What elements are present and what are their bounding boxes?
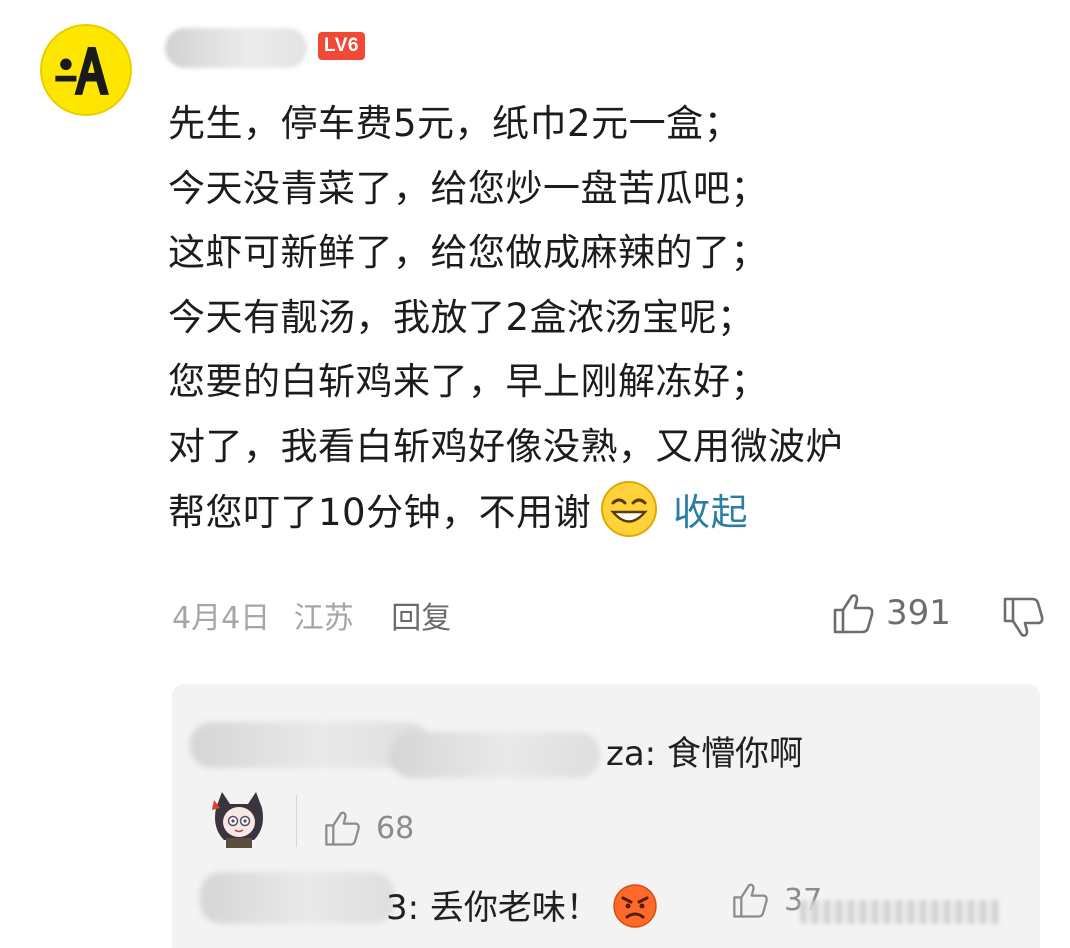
angry-face-icon xyxy=(612,883,658,929)
reply-username-blurred[interactable] xyxy=(200,872,395,924)
thumbs-up-icon xyxy=(833,594,874,634)
username-blurred[interactable] xyxy=(165,28,307,68)
comment-line: 您要的白斩鸡来了，早上刚解冻好； xyxy=(168,360,768,403)
reply-like-button[interactable]: 68 xyxy=(322,808,414,848)
divider xyxy=(296,795,297,847)
reply-username-blurred[interactable] xyxy=(390,732,600,778)
level-badge: LV6 xyxy=(318,32,365,60)
grinning-face-icon xyxy=(599,479,659,539)
comment-date: 4月4日 xyxy=(172,601,271,636)
comment-line: 今天没青菜了，给您炒一盘苦瓜吧； xyxy=(168,166,768,210)
comment-line: 对了，我看白斩鸡好像没熟，又用微波炉 xyxy=(168,424,843,468)
comment-text: 先生，停车费5元，纸巾2元一盒； 今天没青菜了，给您炒一盘苦瓜吧； 这虾可新鲜了… xyxy=(168,92,1028,546)
comment-meta: 4月4日 江苏 回复 xyxy=(172,593,465,637)
comment-last-line: 帮您叮了10分钟，不用谢 收起 xyxy=(168,479,1028,546)
thumbs-down-icon xyxy=(1003,597,1044,637)
thumbs-up-icon xyxy=(733,883,768,918)
reply-text-content: 3: 丢你老味！ xyxy=(386,888,600,928)
collapse-link[interactable]: 收起 xyxy=(673,491,748,534)
comment-line: 帮您叮了10分钟，不用谢 xyxy=(168,491,592,534)
like-button[interactable]: 391 xyxy=(830,590,951,636)
reply-text: za: 食懵你啊 xyxy=(606,734,803,774)
reply-button[interactable]: 回复 xyxy=(391,601,451,636)
comment-location: 江苏 xyxy=(293,601,354,636)
comment-line: 今天有靓汤，我放了2盒浓汤宝呢； xyxy=(168,295,755,339)
dislike-button[interactable] xyxy=(1000,595,1046,641)
user-avatar[interactable] xyxy=(40,24,132,116)
thumbs-up-icon xyxy=(325,811,360,846)
comment-line: 这虾可新鲜了，给您做成麻辣的了； xyxy=(168,231,768,274)
watermark xyxy=(800,900,1000,924)
reply-avatar[interactable] xyxy=(208,788,270,850)
comment-line: 先生，停车费5元，纸巾2元一盒； xyxy=(168,102,742,145)
yellow-a-logo-icon xyxy=(43,27,129,113)
reply-text: 3: 丢你老味！ xyxy=(386,880,658,929)
reply-like-count: 68 xyxy=(376,810,415,846)
like-count: 391 xyxy=(886,593,951,633)
